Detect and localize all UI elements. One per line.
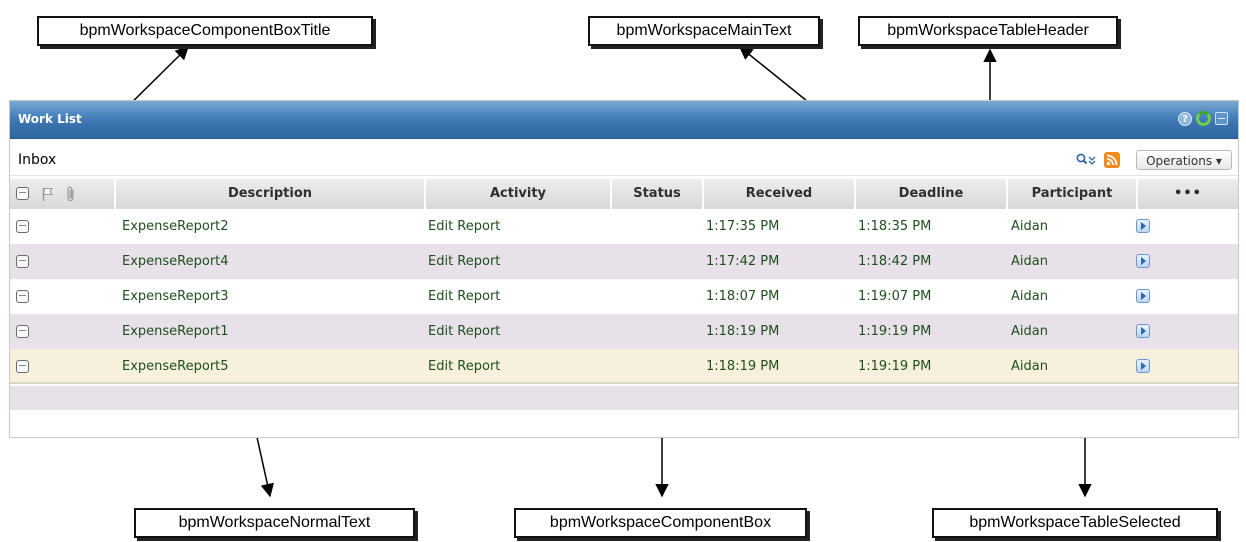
row-checkbox[interactable] [16, 360, 29, 373]
column-header-description[interactable]: Description [116, 179, 426, 209]
row-activity: Edit Report [428, 254, 501, 269]
row-description[interactable]: ExpenseReport5 [122, 349, 229, 384]
flag-icon[interactable] [42, 187, 54, 201]
row-received: 1:18:19 PM [706, 324, 780, 339]
callout-table-header: bpmWorkspaceTableHeader [858, 16, 1118, 46]
panel-controls: ? [1178, 111, 1228, 126]
table-row[interactable]: ExpenseReport4 Edit Report 1:17:42 PM 1:… [10, 244, 1238, 279]
callout-main-text: bpmWorkspaceMainText [588, 16, 820, 46]
table-row[interactable]: ExpenseReport3 Edit Report 1:18:07 PM 1:… [10, 279, 1238, 314]
column-options-more-icon[interactable]: ••• [1138, 179, 1238, 209]
row-deadline: 1:18:35 PM [858, 219, 932, 234]
table-row[interactable]: ExpenseReport1 Edit Report 1:18:19 PM 1:… [10, 314, 1238, 349]
refresh-icon[interactable] [1196, 111, 1211, 126]
column-header-received[interactable]: Received [704, 179, 856, 209]
row-checkbox[interactable] [16, 290, 29, 303]
rss-icon[interactable] [1104, 152, 1120, 168]
table-empty-area [10, 386, 1238, 410]
callout-component-box-title: bpmWorkspaceComponentBoxTitle [37, 16, 373, 46]
row-activity: Edit Report [428, 324, 501, 339]
row-checkbox[interactable] [16, 325, 29, 338]
open-item-icon[interactable] [1136, 359, 1150, 373]
worklist-toolbar: Inbox Operations ▾ [10, 145, 1238, 176]
open-item-icon[interactable] [1136, 219, 1150, 233]
header-icon-cell [10, 179, 116, 209]
select-all-checkbox[interactable] [16, 187, 29, 200]
row-checkbox[interactable] [16, 220, 29, 233]
rss-glyph-icon [1106, 154, 1118, 166]
table-row-selected[interactable]: ExpenseReport5 Edit Report 1:18:19 PM 1:… [10, 349, 1238, 384]
callout-component-box: bpmWorkspaceComponentBox [514, 508, 807, 538]
row-received: 1:18:19 PM [706, 359, 780, 374]
attachment-icon[interactable] [66, 186, 76, 202]
row-received: 1:17:42 PM [706, 254, 780, 269]
row-participant: Aidan [1011, 219, 1048, 234]
row-deadline: 1:19:07 PM [858, 289, 932, 304]
row-deadline: 1:19:19 PM [858, 324, 932, 339]
table-row[interactable]: ExpenseReport2 Edit Report 1:17:35 PM 1:… [10, 209, 1238, 244]
callout-normal-text: bpmWorkspaceNormalText [134, 508, 415, 538]
row-participant: Aidan [1011, 359, 1048, 374]
search-icon[interactable] [1076, 153, 1098, 167]
table-header-row: Description Activity Status Received Dea… [10, 179, 1238, 209]
row-description[interactable]: ExpenseReport3 [122, 279, 229, 314]
row-activity: Edit Report [428, 219, 501, 234]
row-received: 1:18:07 PM [706, 289, 780, 304]
minimize-icon[interactable] [1215, 112, 1228, 125]
column-header-participant[interactable]: Participant [1008, 179, 1138, 209]
open-item-icon[interactable] [1136, 324, 1150, 338]
row-participant: Aidan [1011, 324, 1048, 339]
column-header-activity[interactable]: Activity [426, 179, 612, 209]
row-description[interactable]: ExpenseReport4 [122, 244, 229, 279]
inbox-label: Inbox [18, 152, 57, 168]
panel-titlebar: Work List ? [10, 101, 1238, 139]
column-header-status[interactable]: Status [612, 179, 704, 209]
open-item-icon[interactable] [1136, 289, 1150, 303]
work-list-panel: Work List ? Inbox Operations ▾ Descripti… [9, 100, 1239, 438]
row-description[interactable]: ExpenseReport2 [122, 209, 229, 244]
row-checkbox[interactable] [16, 255, 29, 268]
row-deadline: 1:19:19 PM [858, 359, 932, 374]
row-description[interactable]: ExpenseReport1 [122, 314, 229, 349]
help-icon[interactable]: ? [1178, 111, 1192, 126]
row-activity: Edit Report [428, 359, 501, 374]
column-header-deadline[interactable]: Deadline [856, 179, 1008, 209]
panel-title: Work List [18, 112, 82, 126]
open-item-icon[interactable] [1136, 254, 1150, 268]
operations-dropdown[interactable]: Operations ▾ [1136, 150, 1232, 170]
row-participant: Aidan [1011, 254, 1048, 269]
row-received: 1:17:35 PM [706, 219, 780, 234]
row-activity: Edit Report [428, 289, 501, 304]
callout-table-selected: bpmWorkspaceTableSelected [932, 508, 1218, 538]
row-participant: Aidan [1011, 289, 1048, 304]
row-deadline: 1:18:42 PM [858, 254, 932, 269]
